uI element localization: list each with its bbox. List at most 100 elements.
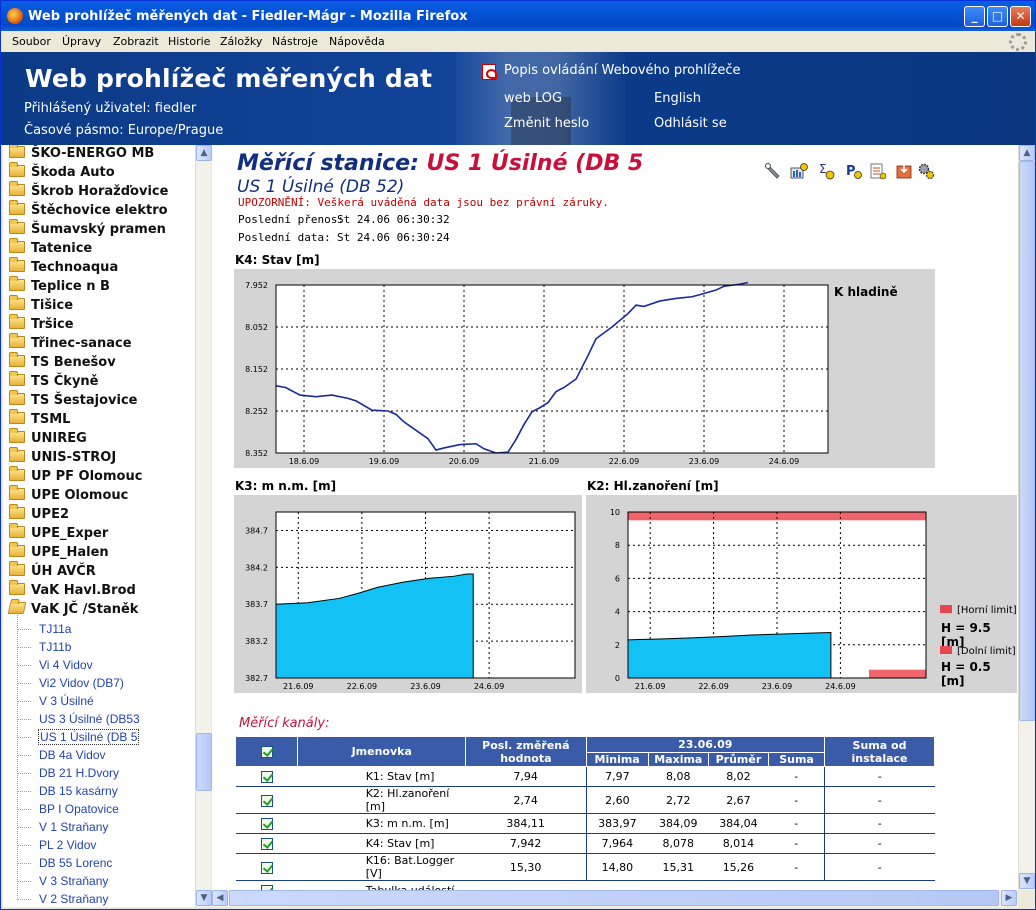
events-table-link[interactable]: Tabulka událostí xyxy=(297,880,466,890)
tree-folder[interactable]: Šumavský pramen xyxy=(9,219,166,241)
lower-limit-value: H = 0.5 [m] xyxy=(941,660,991,688)
channel-checkbox[interactable] xyxy=(260,771,273,783)
menu-zalozky[interactable]: Záložky xyxy=(220,35,262,48)
x-tick-label: 21.6.09 xyxy=(635,682,666,691)
tree-folder[interactable]: UPE Olomouc xyxy=(9,485,129,507)
tree-folder[interactable]: ÚH AVČR xyxy=(9,561,96,583)
tree-folder[interactable]: TS Šestajovice xyxy=(9,390,138,412)
title-bar: Web prohlížeč měřených dat - Fiedler-Mág… xyxy=(1,1,1035,31)
tree-folder[interactable]: Tršice xyxy=(9,314,74,336)
tree-folder[interactable]: TSML xyxy=(9,409,70,431)
change-password-link[interactable]: Změnit heslo xyxy=(504,116,589,131)
parameter-icon[interactable]: P xyxy=(845,162,863,180)
maximize-button[interactable]: □ xyxy=(987,6,1008,27)
tree-folder[interactable]: Teplice n B xyxy=(9,276,110,298)
tree-folder[interactable]: Škoda Auto xyxy=(9,162,115,184)
tree-folder[interactable]: Štěchovice elektro xyxy=(9,200,168,222)
tree-folder[interactable]: Třinec-sanace xyxy=(9,333,132,355)
select-all-header[interactable] xyxy=(234,736,299,767)
scroll-left-button[interactable]: ◀ xyxy=(212,890,228,906)
channel-checkbox[interactable] xyxy=(260,818,273,830)
channel-checkbox-cell[interactable] xyxy=(235,853,298,881)
events-row: Tabulka událostí xyxy=(236,880,935,890)
tree-scrollbar[interactable]: ▲ ▼ xyxy=(195,145,212,907)
tree-station-label: BP I Opatovice xyxy=(39,802,119,816)
tree-folder[interactable]: Technoaqua xyxy=(9,257,118,279)
channel-sum: - xyxy=(768,766,825,787)
tree-line xyxy=(17,827,31,828)
channel-sum-install: - xyxy=(824,853,935,881)
events-checkbox-cell[interactable] xyxy=(236,881,298,890)
scroll-down-button[interactable]: ▼ xyxy=(196,890,212,906)
lower-limit-band xyxy=(868,669,926,678)
export-icon[interactable] xyxy=(895,162,913,180)
channel-checkbox[interactable] xyxy=(260,838,273,850)
menu-upravy[interactable]: Úpravy xyxy=(62,35,101,48)
logout-link[interactable]: Odhlásit se xyxy=(654,116,727,131)
upper-limit-label: [Horní limit] xyxy=(957,605,1017,616)
channel-checkbox-cell[interactable] xyxy=(235,786,298,814)
tree-folder[interactable]: Škrob Horažďovice xyxy=(9,181,168,203)
english-link[interactable]: English xyxy=(654,91,701,106)
menu-historie[interactable]: Historie xyxy=(168,35,210,48)
tree-folder[interactable]: UPE2 xyxy=(9,504,69,526)
tree-folder[interactable]: UPE_Exper xyxy=(9,523,108,545)
channel-last-value: 2,74 xyxy=(465,786,587,814)
app-title: Web prohlížeč měřených dat xyxy=(25,64,433,93)
channel-name: K2: Hl.zanoření [m] xyxy=(297,786,466,814)
chart-settings-icon[interactable] xyxy=(790,162,808,180)
channel-avg: 384,04 xyxy=(708,813,769,834)
help-link[interactable]: Popis ovládání Webového prohlížeče xyxy=(504,63,741,78)
select-all-checkbox[interactable] xyxy=(260,746,273,758)
channel-sum-install: - xyxy=(824,766,935,787)
tree-folder[interactable]: TS Čkyně xyxy=(9,371,99,393)
tree-line xyxy=(17,881,31,882)
main-scroll-thumb[interactable] xyxy=(1019,161,1035,721)
channel-checkbox-cell[interactable] xyxy=(235,813,298,834)
scroll-right-button[interactable]: ▶ xyxy=(1001,890,1017,906)
menu-nastroje[interactable]: Nástroje xyxy=(272,35,318,48)
tree-folder[interactable]: TS Benešov xyxy=(9,352,116,374)
tree-folder[interactable]: VaK JČ /Staněk xyxy=(7,602,138,621)
tree-folder[interactable]: Tatenice xyxy=(9,238,92,260)
tree-line xyxy=(17,809,18,828)
horizontal-scroll-thumb[interactable] xyxy=(229,890,999,906)
main-scroll-down-button[interactable]: ▼ xyxy=(1019,873,1035,889)
tree-folder[interactable]: UP PF Olomouc xyxy=(9,466,142,488)
channel-checkbox[interactable] xyxy=(260,794,273,807)
scroll-thumb[interactable] xyxy=(196,733,212,791)
tree-folder[interactable]: UNIS-STROJ xyxy=(9,447,116,469)
sum-icon[interactable]: Σ xyxy=(818,162,836,180)
report-icon[interactable] xyxy=(869,162,887,180)
channel-checkbox-cell[interactable] xyxy=(235,766,298,787)
station-title-prefix: Měřící stanice: xyxy=(237,151,419,176)
menu-zobrazit[interactable]: Zobrazit xyxy=(113,35,159,48)
x-tick-label: 24.6.09 xyxy=(474,682,505,691)
weblog-link[interactable]: web LOG xyxy=(504,91,562,106)
main-scrollbar[interactable]: ▲ ▼ xyxy=(1018,145,1035,890)
menu-napoveda[interactable]: Nápověda xyxy=(329,35,385,48)
tree-folder-label: UPE Olomouc xyxy=(31,488,129,503)
channel-checkbox-cell[interactable] xyxy=(235,833,298,854)
scroll-up-button[interactable]: ▲ xyxy=(196,145,212,161)
wrench-icon[interactable] xyxy=(764,162,782,180)
tree-line xyxy=(17,647,31,648)
close-button[interactable]: ✕ xyxy=(1010,6,1031,27)
tree-folder[interactable]: ŠKO-ENERGO MB xyxy=(9,145,154,165)
tree-folder[interactable]: Tišice xyxy=(9,295,73,317)
minimize-button[interactable]: _ xyxy=(964,6,985,27)
tree-folder[interactable]: UNIREG xyxy=(9,428,87,450)
gears-icon[interactable] xyxy=(917,162,935,180)
station-title-name: US 1 Úsilné (DB 5 xyxy=(426,151,644,176)
x-tick-label: 23.6.09 xyxy=(689,457,720,466)
tree-folder[interactable]: UPE_Halen xyxy=(9,542,109,564)
horizontal-scrollbar[interactable]: ◀ ▶ xyxy=(212,890,1018,907)
folder-icon xyxy=(9,561,25,576)
tree-folder[interactable]: VaK Havl.Brod xyxy=(9,580,136,602)
main-scroll-up-button[interactable]: ▲ xyxy=(1019,145,1035,161)
menu-soubor[interactable]: Soubor xyxy=(12,35,51,48)
x-tick-label: 24.6.09 xyxy=(825,682,856,691)
tree-folder-label: Teplice n B xyxy=(31,279,110,294)
pdf-icon[interactable] xyxy=(482,64,497,80)
channel-checkbox[interactable] xyxy=(260,861,273,874)
